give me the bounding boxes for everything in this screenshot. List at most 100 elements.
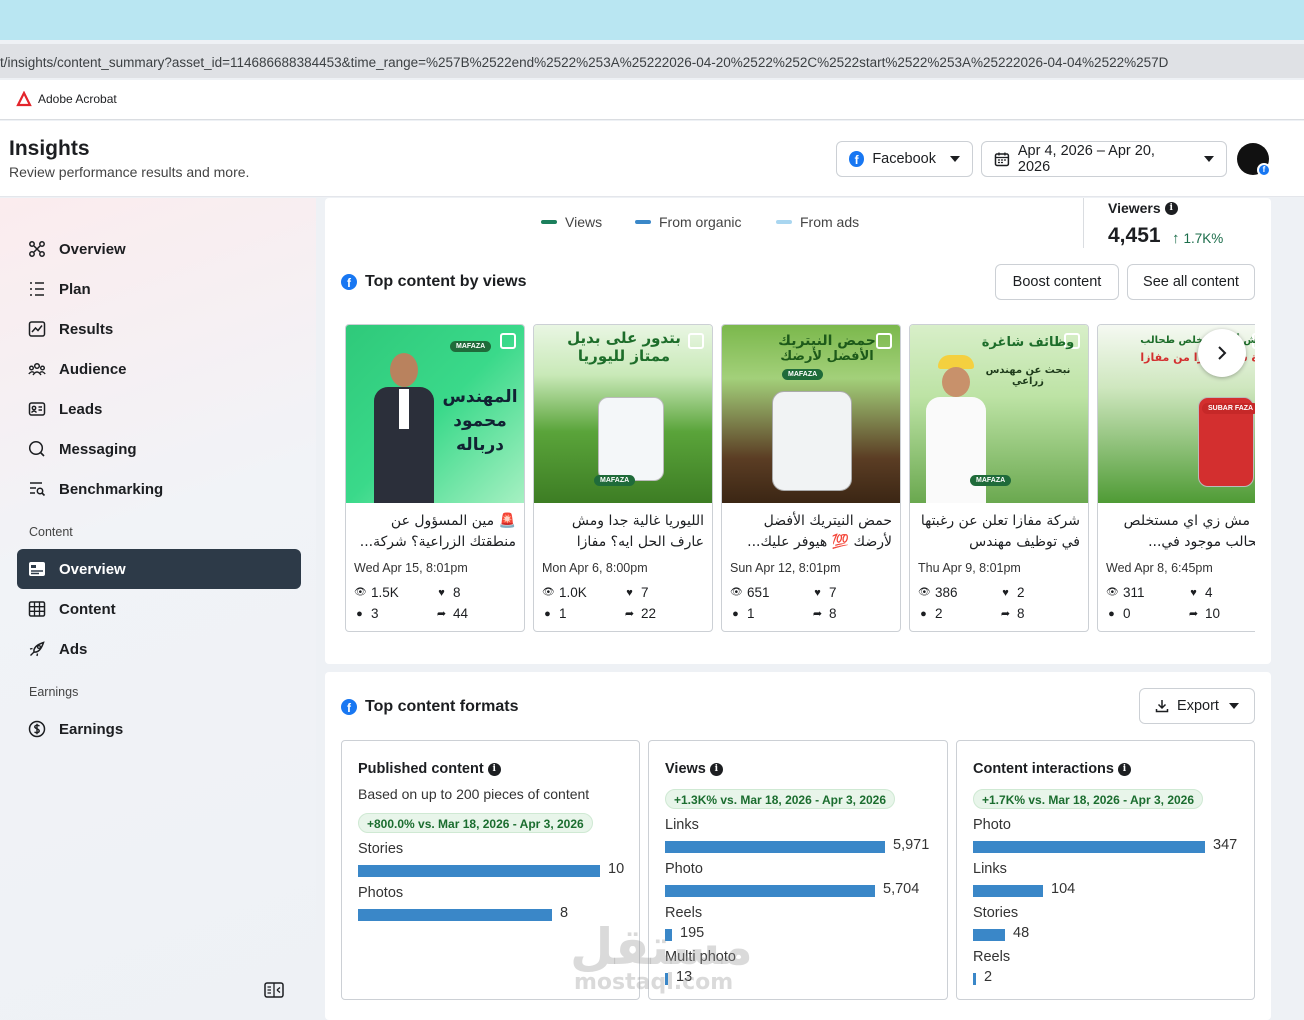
post-views-value: 386 xyxy=(935,585,958,600)
see-all-content-button[interactable]: See all content xyxy=(1127,264,1255,300)
legend-organic: From organic xyxy=(635,214,741,230)
sidebar-item-leads[interactable]: Leads xyxy=(17,389,301,429)
post-caption: حمض النيتريك الأفضل لأرضك 💯 هيوفر عليك..… xyxy=(747,513,892,550)
chevron-down-icon xyxy=(1228,703,1239,709)
post-comments-value: 3 xyxy=(371,606,379,621)
boost-content-button[interactable]: Boost content xyxy=(995,264,1119,300)
post-thumbnail[interactable]: حمض النيتريك الأفضل لأرضك MAFAZA xyxy=(722,325,900,503)
format-bar[interactable] xyxy=(665,885,875,897)
sidebar-item-benchmarking[interactable]: Benchmarking xyxy=(17,469,301,509)
heart-icon: ♥ xyxy=(626,586,633,599)
format-row-label: Links xyxy=(973,861,1007,877)
comparison-badge: +800.0% vs. Mar 18, 2026 - Apr 3, 2026 xyxy=(358,813,593,833)
carousel-next-button[interactable] xyxy=(1198,329,1246,377)
post-reactions: ♥ 4 xyxy=(1188,585,1212,600)
post-shares: ➦ 10 xyxy=(1188,606,1220,621)
post-card[interactable]: المهندس محمود درباله MAFAZA 🚨 مين المسؤول عن… xyxy=(345,324,525,632)
sidebar-earnings-item-earnings[interactable]: Earnings xyxy=(17,709,301,749)
info-icon[interactable]: i xyxy=(487,762,501,776)
post-views: 👁 1.5K xyxy=(354,585,399,600)
heart-icon: ♥ xyxy=(438,586,445,599)
post-thumbnail[interactable]: وظائف شاغرة نبحث عن مهندس زراعي MAFAZA xyxy=(910,325,1088,503)
brand-logo: MAFAZA xyxy=(450,341,492,352)
legend-organic-swatch xyxy=(635,220,651,224)
sidebar-content-item-content[interactable]: Content xyxy=(17,589,301,629)
product-jug xyxy=(772,391,852,491)
format-bar-value: 2 xyxy=(984,969,993,985)
post-card[interactable]: وظائف شاغرة نبحث عن مهندس زراعي MAFAZA شركة… xyxy=(909,324,1089,632)
heart-icon: ♥ xyxy=(1190,586,1197,599)
sidebar-item-plan[interactable]: Plan xyxy=(17,269,301,309)
format-row-label: Links xyxy=(665,817,699,833)
comment-icon: ● xyxy=(544,607,551,620)
legend-views-swatch xyxy=(541,220,557,224)
format-bar[interactable] xyxy=(665,841,885,853)
top-content-panel: Views From organic From ads Viewers i 4,4… xyxy=(325,198,1271,664)
thumbnail-text: حمض النيتريك xyxy=(778,333,876,349)
format-bar[interactable] xyxy=(358,865,600,877)
legend-views-label: Views xyxy=(565,214,603,230)
format-bar[interactable] xyxy=(973,885,1043,897)
format-bar[interactable] xyxy=(973,841,1205,853)
post-shares-value: 22 xyxy=(641,606,657,621)
post-comments-value: 2 xyxy=(935,606,943,621)
page-title: Insights xyxy=(9,137,90,160)
viewers-value: 4,451 xyxy=(1108,224,1161,247)
comparison-badge: +1.3K% vs. Mar 18, 2026 - Apr 3, 2026 xyxy=(665,789,896,809)
post-views: 👁 1.0K xyxy=(542,585,587,600)
legend-organic-label: From organic xyxy=(659,214,742,230)
post-card[interactable]: حمض النيتريك الأفضل لأرضك MAFAZA حمض النيتر… xyxy=(721,324,901,632)
post-thumbnail[interactable]: المهندس محمود درباله MAFAZA xyxy=(346,325,524,503)
section-title: Top content formats xyxy=(365,698,519,715)
viewers-delta: ↑ 1.7K% xyxy=(1172,230,1223,247)
format-row-label: Photo xyxy=(973,817,1011,833)
messaging-icon xyxy=(27,439,47,459)
post-reactions: ♥ 7 xyxy=(812,585,836,600)
brand-logo: SUBAR FAZA xyxy=(1202,403,1255,414)
post-carousel: المهندس محمود درباله MAFAZA 🚨 مين المسؤول عن… xyxy=(345,324,1255,632)
post-thumbnail[interactable]: بتدور على بديل ممتاز لليوريا MAFAZA xyxy=(534,325,712,503)
format-bar[interactable] xyxy=(973,973,976,985)
sidebar-item-overview[interactable]: Overview xyxy=(17,229,301,269)
card-title: Content interactions i xyxy=(973,761,1131,777)
post-comments: ● 1 xyxy=(730,606,754,621)
post-shares: ➦ 8 xyxy=(812,606,837,621)
sidebar-item-audience[interactable]: Audience xyxy=(17,349,301,389)
post-shares: ➦ 44 xyxy=(436,606,468,621)
legend-ads-swatch xyxy=(776,220,792,224)
sidebar-item-label: Results xyxy=(59,320,114,338)
address-bar[interactable]: t/insights/content_summary?asset_id=1146… xyxy=(0,44,1304,78)
post-date: Sun Apr 12, 8:01pm xyxy=(730,561,841,575)
format-bar[interactable] xyxy=(973,929,1005,941)
post-reactions: ♥ 7 xyxy=(624,585,648,600)
bookmark-adobe-acrobat[interactable]: Adobe Acrobat xyxy=(16,91,117,107)
sidebar-item-label: Leads xyxy=(59,400,103,418)
info-icon[interactable]: i xyxy=(1164,201,1178,215)
sidebar-content-item-overview[interactable]: Overview xyxy=(17,549,301,589)
platform-selector[interactable]: f Facebook xyxy=(836,141,973,177)
content-grid-icon xyxy=(27,599,47,619)
content-formats-panel: f Top content formats Export Published c… xyxy=(325,672,1271,1020)
dollar-icon xyxy=(27,719,47,739)
post-card[interactable]: بتدور على بديل ممتاز لليوريا MAFAZA الليوري… xyxy=(533,324,713,632)
info-icon[interactable]: i xyxy=(709,762,723,776)
brand-logo: MAFAZA xyxy=(970,475,1012,486)
results-icon xyxy=(27,319,47,339)
info-icon[interactable]: i xyxy=(1117,762,1131,776)
export-button[interactable]: Export xyxy=(1139,688,1255,724)
leads-icon xyxy=(27,399,47,419)
share-icon: ➦ xyxy=(812,608,823,620)
thumbnail-text: ممتاز لليوريا xyxy=(577,347,671,365)
sidebar-item-messaging[interactable]: Messaging xyxy=(17,429,301,469)
format-bar[interactable] xyxy=(358,909,552,921)
sidebar-item-results[interactable]: Results xyxy=(17,309,301,349)
date-range-selector[interactable]: Apr 4, 2026 – Apr 20, 2026 xyxy=(981,141,1227,177)
watermark-arabic: مستقل xyxy=(570,918,753,976)
post-views-value: 1.0K xyxy=(559,585,587,600)
viewers-delta-value: 1.7K% xyxy=(1183,231,1224,246)
collapse-sidebar-icon[interactable] xyxy=(264,982,284,1003)
sidebar-section-content: Content xyxy=(29,525,73,539)
eye-icon: 👁 xyxy=(542,587,555,598)
avatar[interactable]: f xyxy=(1237,143,1271,177)
sidebar-content-item-ads[interactable]: Ads xyxy=(17,629,301,669)
